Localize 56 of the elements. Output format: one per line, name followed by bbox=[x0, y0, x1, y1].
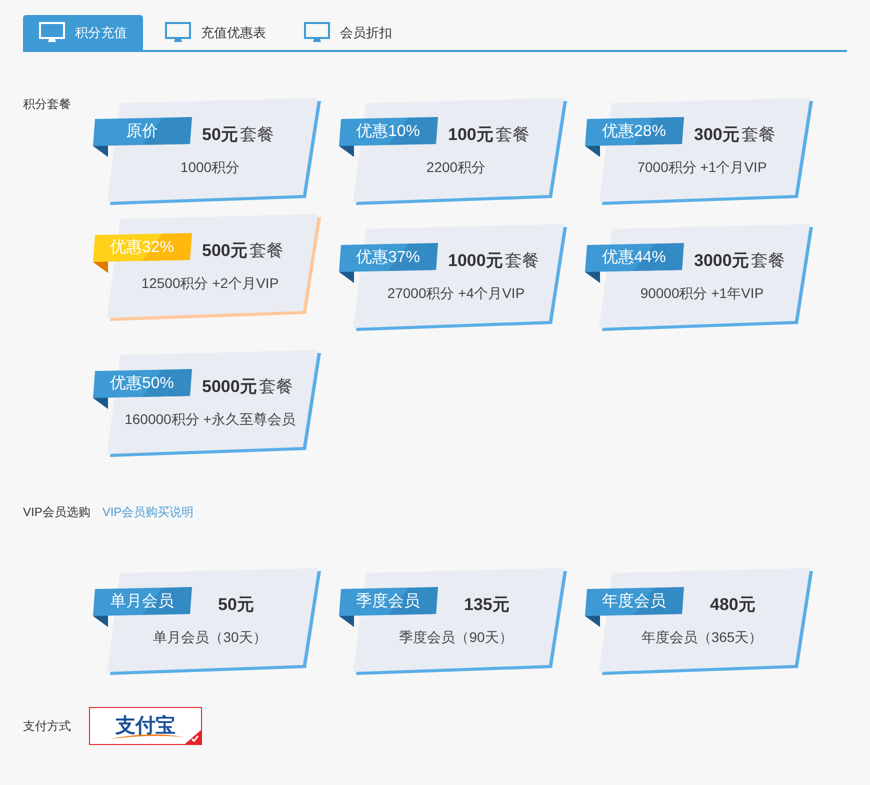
price-text: 50元 bbox=[202, 124, 238, 146]
price-text: 300元 bbox=[694, 124, 740, 146]
card-background[interactable] bbox=[351, 224, 568, 332]
price-text: 1000元 bbox=[448, 250, 503, 272]
unit-text: 套餐 bbox=[504, 250, 539, 272]
price-text: 500元 bbox=[202, 240, 248, 262]
section-label: 积分套餐 bbox=[23, 96, 72, 113]
card-background[interactable] bbox=[597, 98, 814, 206]
unit-text: 套餐 bbox=[249, 240, 284, 262]
card-background[interactable] bbox=[105, 568, 322, 676]
tab[interactable]: 会员折扣 bbox=[288, 15, 408, 50]
discount-ribbon: 优惠28% bbox=[584, 117, 684, 159]
alipay-option[interactable]: 支付宝 bbox=[89, 707, 202, 745]
card-background[interactable] bbox=[105, 350, 322, 458]
card-background[interactable] bbox=[351, 568, 568, 676]
section-label: 支付方式 bbox=[23, 718, 72, 735]
check-icon bbox=[185, 730, 201, 744]
package-detail: 7000积分 +1个月VIP bbox=[637, 158, 767, 177]
discount-ribbon: 优惠50% bbox=[92, 369, 192, 411]
monitor-icon bbox=[39, 22, 65, 44]
monitor-icon bbox=[304, 22, 330, 44]
package-detail: 2200积分 bbox=[426, 158, 486, 177]
price-text: 100元 bbox=[448, 124, 494, 146]
card-background[interactable] bbox=[597, 224, 814, 332]
discount-ribbon: 优惠10% bbox=[338, 117, 438, 159]
discount-ribbon: 季度会员 bbox=[338, 587, 438, 629]
package-detail: 季度会员（90天） bbox=[399, 628, 513, 647]
section-label: VIP会员选购 bbox=[23, 504, 90, 521]
monitor-icon bbox=[165, 22, 191, 44]
package-detail: 12500积分 +2个月VIP bbox=[141, 274, 279, 293]
card-background[interactable] bbox=[597, 568, 814, 676]
price-text: 480元 bbox=[710, 595, 756, 614]
price-text: 135元 bbox=[464, 595, 510, 614]
discount-ribbon: 优惠37% bbox=[338, 243, 438, 285]
package-detail: 单月会员（30天） bbox=[153, 628, 267, 647]
unit-text: 套餐 bbox=[750, 250, 785, 272]
discount-ribbon: 单月会员 bbox=[92, 587, 192, 629]
package-detail: 年度会员（365天） bbox=[641, 628, 763, 647]
price-text: 3000元 bbox=[694, 250, 749, 272]
discount-ribbon: 优惠44% bbox=[584, 243, 684, 285]
discount-ribbon: 原价 bbox=[92, 117, 192, 159]
unit-text: 套餐 bbox=[258, 376, 293, 398]
discount-ribbon: 年度会员 bbox=[584, 587, 684, 629]
package-detail: 1000积分 bbox=[180, 158, 240, 177]
package-detail: 160000积分 +永久至尊会员 bbox=[124, 410, 296, 429]
unit-text: 套餐 bbox=[741, 124, 776, 146]
package-detail: 90000积分 +1年VIP bbox=[640, 284, 764, 303]
unit-text: 套餐 bbox=[240, 124, 274, 146]
unit-text: 套餐 bbox=[495, 124, 530, 146]
tab[interactable]: 充值优惠表 bbox=[149, 15, 282, 50]
card-background[interactable] bbox=[105, 214, 322, 322]
package-detail: 27000积分 +4个月VIP bbox=[387, 284, 525, 303]
price-text: 50元 bbox=[218, 595, 254, 614]
price-text: 5000元 bbox=[202, 376, 257, 398]
card-background[interactable] bbox=[351, 98, 568, 206]
discount-ribbon: 优惠32% bbox=[92, 233, 192, 275]
